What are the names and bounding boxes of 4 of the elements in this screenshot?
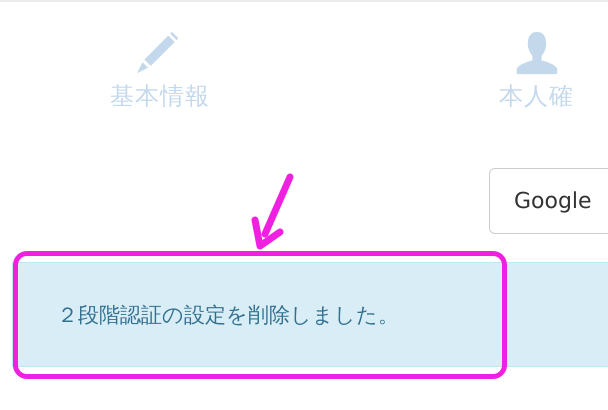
step-label: 本人確: [499, 81, 574, 112]
step-label: 基本情報: [110, 81, 210, 112]
success-alert: ２段階認証の設定を削除しました。: [12, 262, 608, 367]
google-button[interactable]: Google: [489, 168, 608, 234]
